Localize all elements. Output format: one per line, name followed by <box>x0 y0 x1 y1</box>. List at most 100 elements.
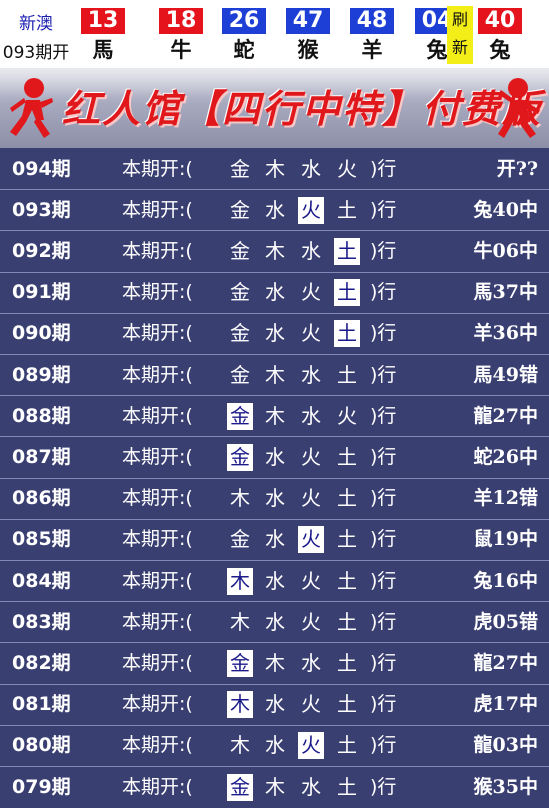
row-close-label: )行 <box>370 322 397 345</box>
result-label: 羊12错 <box>473 487 538 510</box>
element-cell: 土 <box>334 320 360 348</box>
element-cell: 火 <box>301 321 321 346</box>
result-label: 馬37中 <box>473 281 538 304</box>
element-cell: 木 <box>265 238 285 263</box>
result-label: 龍03中 <box>473 734 538 757</box>
row-label: 本期开:( <box>122 322 193 345</box>
result-label: 虎17中 <box>473 693 538 716</box>
element-cell: 木 <box>265 403 285 428</box>
row-separator <box>0 230 549 232</box>
period-label: 087期 <box>12 445 71 468</box>
element-cell: 木 <box>227 691 253 719</box>
element-cell: 水 <box>301 362 321 387</box>
row-close-label: )行 <box>370 734 397 757</box>
table-row: 086期 本期开:(木水火土)行 羊12错 <box>0 478 549 519</box>
row-close-label: )行 <box>370 775 397 798</box>
refresh-button[interactable]: 刷 新 <box>447 6 473 64</box>
row-close-label: )行 <box>370 487 397 510</box>
result-label: 牛06中 <box>473 239 538 262</box>
table-row: 079期 本期开:(金木水土)行 猴35中 <box>0 767 549 808</box>
row-label: 本期开:( <box>122 445 193 468</box>
element-cell: 木 <box>230 609 250 634</box>
row-close-label: )行 <box>370 569 397 592</box>
period-label: 082期 <box>12 651 71 674</box>
number-ball: 18 <box>159 8 203 34</box>
element-cell: 水 <box>301 156 321 181</box>
result-label: 蛇26中 <box>473 445 538 468</box>
element-cell: 木 <box>227 567 253 595</box>
element-cell: 土 <box>337 486 357 511</box>
element-cell: 木 <box>265 156 285 181</box>
zodiac-label: 牛 <box>170 38 192 62</box>
period-label: 085期 <box>12 528 71 551</box>
row-separator <box>0 189 549 191</box>
table-row: 091期 本期开:(金水火土)行 馬37中 <box>0 272 549 313</box>
period-label: 086期 <box>12 487 71 510</box>
row-label: 本期开:( <box>122 610 193 633</box>
element-cell: 水 <box>301 238 321 263</box>
element-cell: 土 <box>334 237 360 265</box>
element-cell: 火 <box>298 526 324 554</box>
element-cell: 水 <box>265 692 285 717</box>
row-close-label: )行 <box>370 528 397 551</box>
element-cell: 金 <box>227 443 253 471</box>
table-row: 084期 本期开:(木水火土)行 兔16中 <box>0 561 549 602</box>
element-cell: 金 <box>227 773 253 801</box>
row-label: 本期开:( <box>122 569 193 592</box>
element-cell: 金 <box>230 156 250 181</box>
element-cell: 火 <box>301 444 321 469</box>
element-cell: 火 <box>301 280 321 305</box>
row-close-label: )行 <box>370 157 397 180</box>
period-label: 092期 <box>12 239 71 262</box>
number-ball: 48 <box>350 8 394 34</box>
row-close-label: )行 <box>370 363 397 386</box>
row-close-label: )行 <box>370 198 397 221</box>
element-cell: 土 <box>337 733 357 758</box>
prediction-table: 094期 本期开:(金木水火)行 开?? 093期 本期开:(金水火土)行 兔40中 092… <box>0 148 549 801</box>
row-separator <box>0 766 549 767</box>
period-label: 083期 <box>12 610 71 633</box>
element-cell: 水 <box>265 733 285 758</box>
period-label: 081期 <box>12 693 71 716</box>
row-separator <box>0 642 549 644</box>
refresh-label-bottom: 新 <box>451 38 468 57</box>
table-row: 080期 本期开:(木水火土)行 龍03中 <box>0 725 549 766</box>
element-cell: 金 <box>227 649 253 677</box>
refresh-label-top: 刷 <box>451 10 468 29</box>
period-label: 093期 <box>12 198 71 221</box>
row-separator <box>0 601 549 603</box>
result-label: 龍27中 <box>473 651 538 674</box>
element-cell: 土 <box>337 444 357 469</box>
element-cell: 火 <box>298 732 324 760</box>
period-label: 079期 <box>12 775 71 798</box>
row-close-label: )行 <box>370 404 397 427</box>
element-cell: 火 <box>298 196 324 224</box>
element-cell: 土 <box>337 527 357 552</box>
row-label: 本期开:( <box>122 363 193 386</box>
row-label: 本期开:( <box>122 651 193 674</box>
table-row: 094期 本期开:(金木水火)行 开?? <box>0 149 549 190</box>
element-cell: 土 <box>337 362 357 387</box>
row-label: 本期开:( <box>122 528 193 551</box>
element-cell: 水 <box>301 403 321 428</box>
table-row: 089期 本期开:(金木水土)行 馬49错 <box>0 355 549 396</box>
row-label: 本期开:( <box>122 487 193 510</box>
zodiac-label: 羊 <box>361 38 383 62</box>
row-label: 本期开:( <box>122 239 193 262</box>
element-cell: 水 <box>265 568 285 593</box>
table-row: 088期 本期开:(金木水火)行 龍27中 <box>0 396 549 437</box>
row-close-label: )行 <box>370 239 397 262</box>
row-label: 本期开:( <box>122 157 193 180</box>
row-separator <box>0 724 549 726</box>
element-cell: 火 <box>337 403 357 428</box>
number-ball: 13 <box>81 8 125 34</box>
special-number: 40 <box>478 8 522 34</box>
period-label: 094期 <box>12 157 71 180</box>
element-cell: 木 <box>265 362 285 387</box>
element-cell: 金 <box>230 238 250 263</box>
banner: 红人馆【四行中特】付费版 <box>0 68 549 148</box>
row-label: 本期开:( <box>122 775 193 798</box>
result-label: 兔16中 <box>473 569 538 592</box>
element-cell: 水 <box>265 444 285 469</box>
element-cell: 木 <box>265 774 285 799</box>
